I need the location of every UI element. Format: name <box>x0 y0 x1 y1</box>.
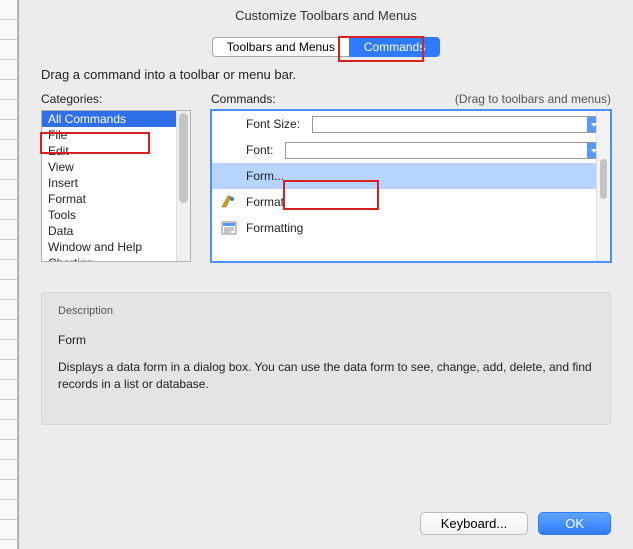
dialog-footer: Keyboard... OK <box>420 512 611 535</box>
commands-scrollbar[interactable] <box>596 111 610 261</box>
formatting-icon <box>220 219 238 237</box>
description-body: Displays a data form in a dialog box. Yo… <box>58 359 594 394</box>
command-label: Format <box>246 195 284 209</box>
command-dropdown[interactable] <box>285 142 602 159</box>
description-panel: Description Form Displays a data form in… <box>41 292 611 425</box>
customize-dialog: Customize Toolbars and Menus Toolbars an… <box>18 0 633 549</box>
categories-scroll-thumb[interactable] <box>179 113 188 203</box>
description-heading: Description <box>58 305 594 317</box>
description-title: Form <box>58 333 594 347</box>
categories-listbox[interactable]: All CommandsFileEditViewInsertFormatTool… <box>41 110 191 262</box>
instruction-text: Drag a command into a toolbar or menu ba… <box>19 67 633 92</box>
dialog-title: Customize Toolbars and Menus <box>19 0 633 29</box>
blank-icon <box>220 167 238 185</box>
command-label: Formatting <box>246 221 303 235</box>
category-item[interactable]: Edit <box>42 143 190 159</box>
command-label: Font Size: <box>246 117 300 131</box>
format-icon <box>220 193 238 211</box>
command-dropdown[interactable] <box>312 116 602 133</box>
category-item[interactable]: Window and Help <box>42 239 190 255</box>
category-item[interactable]: All Commands <box>42 111 190 127</box>
command-label: Form... <box>246 169 284 183</box>
command-item[interactable]: Formatting <box>212 215 610 241</box>
commands-scroll-thumb[interactable] <box>600 159 607 199</box>
category-item[interactable]: View <box>42 159 190 175</box>
category-item[interactable]: Tools <box>42 207 190 223</box>
command-item[interactable]: Form... <box>212 163 610 189</box>
category-item[interactable]: Data <box>42 223 190 239</box>
command-label: Font: <box>246 143 273 157</box>
categories-column: Categories: All CommandsFileEditViewInse… <box>41 92 191 262</box>
category-item[interactable]: File <box>42 127 190 143</box>
tab-bar: Toolbars and Menus Commands <box>19 37 633 57</box>
tab-toolbars-and-menus[interactable]: Toolbars and Menus <box>212 37 349 57</box>
commands-hint: (Drag to toolbars and menus) <box>455 92 611 106</box>
spreadsheet-background <box>0 0 18 549</box>
commands-label: Commands: <box>211 92 276 106</box>
tab-commands[interactable]: Commands <box>349 37 440 57</box>
command-item[interactable]: Format <box>212 189 610 215</box>
categories-label: Categories: <box>41 92 102 106</box>
commands-listbox[interactable]: Font Size: Font: Form... Format Formatting <box>211 110 611 262</box>
category-item[interactable]: Charting <box>42 255 190 262</box>
category-item[interactable]: Format <box>42 191 190 207</box>
commands-column: Commands: (Drag to toolbars and menus) F… <box>211 92 611 262</box>
keyboard-button[interactable]: Keyboard... <box>420 512 529 535</box>
blank-icon <box>220 141 238 159</box>
command-item[interactable]: Font Size: <box>212 111 610 137</box>
ok-button[interactable]: OK <box>538 512 611 535</box>
categories-scrollbar[interactable] <box>176 111 190 261</box>
category-item[interactable]: Insert <box>42 175 190 191</box>
command-item[interactable]: Font: <box>212 137 610 163</box>
blank-icon <box>220 115 238 133</box>
